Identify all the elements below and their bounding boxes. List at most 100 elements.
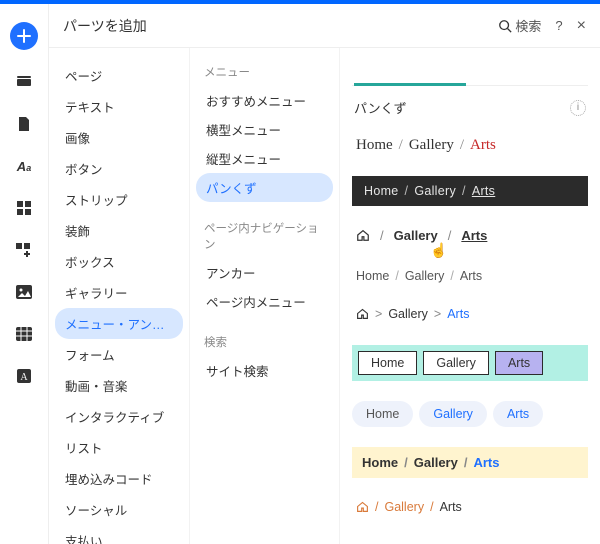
category-item[interactable]: 装飾 <box>55 215 183 246</box>
category-item[interactable]: 動画・音楽 <box>55 370 183 401</box>
category-item[interactable]: ページ <box>55 60 183 91</box>
breadcrumb-preview-arrow[interactable]: >Gallery>Arts <box>352 305 588 325</box>
subcategory-item[interactable]: ページ内メニュー <box>196 287 333 316</box>
separator-icon: / <box>398 455 414 470</box>
chevron-right-icon: > <box>428 307 447 321</box>
table-icon[interactable] <box>14 324 34 344</box>
separator-icon: / <box>370 228 394 243</box>
search-button[interactable]: 検索 <box>498 16 541 35</box>
breadcrumb-preview-serif[interactable]: Home/Gallery/Arts <box>352 135 588 156</box>
separator-icon: / <box>424 500 439 514</box>
bc-gallery: Gallery <box>414 455 458 470</box>
add-panel: パーツを追加 検索 ? × ページテキスト画像ボタンストリップ装飾ボックスギャラ… <box>48 4 600 544</box>
category-item[interactable]: ストリップ <box>55 184 183 215</box>
category-item[interactable]: 画像 <box>55 122 183 153</box>
subcategory-item[interactable]: サイト検索 <box>196 356 333 385</box>
preview-column: パンくず i Home/Gallery/Arts Home/Gallery/Ar… <box>339 48 600 544</box>
category-item[interactable]: 支払い <box>55 525 183 544</box>
search-icon <box>498 19 512 33</box>
bc-arts: Arts <box>461 228 487 243</box>
bc-arts: Arts <box>493 401 543 427</box>
preview-tabs <box>352 48 588 86</box>
subcategory-group-title: ページ内ナビゲーション <box>196 216 333 258</box>
subcategory-item[interactable]: パンくず <box>196 173 333 202</box>
subcategory-group-title: メニュー <box>196 60 333 86</box>
preview-title-row: パンくず i <box>352 86 588 135</box>
category-item[interactable]: テキスト <box>55 91 183 122</box>
close-button[interactable]: × <box>577 17 586 35</box>
separator-icon: / <box>454 137 470 153</box>
help-button[interactable]: ? <box>555 18 562 33</box>
separator-icon: / <box>389 269 404 283</box>
panel-header: パーツを追加 検索 ? × <box>49 4 600 48</box>
subcategory-item[interactable]: おすすめメニュー <box>196 86 333 115</box>
bc-home: Home <box>364 184 399 198</box>
bc-arts: Arts <box>447 307 469 321</box>
breadcrumb-preview-boxed[interactable]: Home Gallery Arts <box>352 345 588 381</box>
home-icon <box>356 228 370 245</box>
info-icon[interactable]: i <box>570 100 586 116</box>
breadcrumb-preview-icon-home[interactable]: /Gallery/Arts ☝ <box>352 226 588 247</box>
chevron-right-icon: > <box>369 307 388 321</box>
document-icon[interactable] <box>14 114 34 134</box>
font-icon[interactable]: A <box>14 366 34 386</box>
breadcrumb-preview-plain[interactable]: Home/Gallery/Arts <box>352 267 588 285</box>
category-item[interactable]: ボタン <box>55 153 183 184</box>
apps-icon[interactable] <box>14 240 34 260</box>
home-icon <box>356 500 369 516</box>
category-item[interactable]: ソーシャル <box>55 494 183 525</box>
subcategory-group-title: 検索 <box>196 330 333 356</box>
category-item[interactable]: 埋め込みコード <box>55 463 183 494</box>
separator-icon: / <box>438 228 462 243</box>
breadcrumb-preview-pill[interactable]: Home Gallery Arts <box>352 401 588 427</box>
bc-gallery: Gallery <box>409 137 454 153</box>
add-icon[interactable] <box>10 22 38 50</box>
category-item[interactable]: リスト <box>55 432 183 463</box>
subcategory-item[interactable]: アンカー <box>196 258 333 287</box>
svg-text:A: A <box>20 372 28 383</box>
breadcrumb-preview-orange[interactable]: /Gallery/Arts <box>352 498 588 518</box>
grid-icon[interactable] <box>14 198 34 218</box>
bc-arts: Arts <box>472 184 495 198</box>
bc-gallery: Gallery <box>388 307 428 321</box>
app-container: Aa A パーツを追加 検索 ? × ページテキスト画像ボタンストリップ装飾ボッ… <box>0 4 600 544</box>
panel-actions: 検索 ? × <box>498 16 586 35</box>
search-label: 検索 <box>515 16 541 35</box>
preview-title: パンくず <box>354 98 407 117</box>
category-item[interactable]: フォーム <box>55 339 183 370</box>
separator-icon: / <box>393 137 409 153</box>
bc-arts: Arts <box>495 351 543 375</box>
separator-icon: / <box>458 455 474 470</box>
category-item[interactable]: ギャラリー <box>55 277 183 308</box>
category-item[interactable]: インタラクティブ <box>55 401 183 432</box>
subcategory-item[interactable]: 縦型メニュー <box>196 144 333 173</box>
image-icon[interactable] <box>14 282 34 302</box>
bc-arts: Arts <box>440 500 462 514</box>
bc-gallery: Gallery <box>384 500 424 514</box>
bc-gallery: Gallery <box>419 401 487 427</box>
subcategory-item[interactable]: 横型メニュー <box>196 115 333 144</box>
bc-gallery: Gallery <box>405 269 445 283</box>
bc-gallery: Gallery <box>394 228 438 243</box>
separator-icon: / <box>369 500 384 514</box>
subcategory-list: メニューおすすめメニュー横型メニュー縦型メニューパンくずページ内ナビゲーションア… <box>189 48 339 544</box>
separator-icon: / <box>456 184 472 198</box>
panel-title: パーツを追加 <box>63 16 498 36</box>
bc-gallery: Gallery <box>423 351 489 375</box>
bc-gallery: Gallery <box>414 184 456 198</box>
bc-arts: Arts <box>473 455 499 470</box>
panel-body: ページテキスト画像ボタンストリップ装飾ボックスギャラリーメニュー・アンカーフォー… <box>49 48 600 544</box>
breadcrumb-preview-dark[interactable]: Home/Gallery/Arts <box>352 176 588 206</box>
breadcrumb-preview-bold-yellow[interactable]: Home/Gallery/Arts <box>352 447 588 478</box>
bc-home: Home <box>356 269 389 283</box>
cursor-icon: ☝ <box>430 242 447 259</box>
text-style-icon[interactable]: Aa <box>14 156 34 176</box>
bc-home: Home <box>352 401 413 427</box>
category-item[interactable]: メニュー・アンカー <box>55 308 183 339</box>
separator-icon: / <box>444 269 459 283</box>
page-icon[interactable] <box>14 72 34 92</box>
bc-arts: Arts <box>470 137 496 153</box>
category-item[interactable]: ボックス <box>55 246 183 277</box>
bc-home: Home <box>356 137 393 153</box>
home-icon <box>356 307 369 323</box>
